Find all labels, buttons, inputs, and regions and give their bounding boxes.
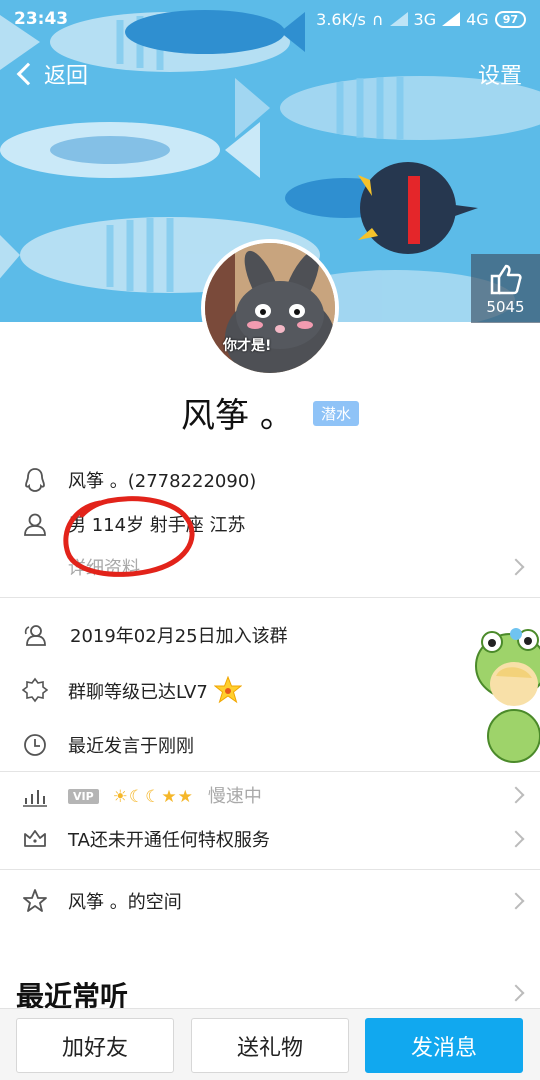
status-bar: 23:43 3.6K/s ∩ 3G 4G 97: [0, 0, 540, 38]
crown-icon: [24, 830, 46, 847]
battery-icon: 97: [494, 10, 526, 28]
join-date-row: 2019年02月25日加入该群: [0, 620, 540, 650]
avatar[interactable]: 你才是!: [201, 239, 339, 377]
gender-age-location: 男 114岁 射手座 江苏: [68, 515, 246, 536]
back-button[interactable]: 返回: [14, 58, 88, 90]
profile-name-row: 风筝 。 潜水: [0, 388, 540, 437]
speed-status: 慢速中: [207, 786, 262, 807]
member-tag[interactable]: 潜水: [312, 401, 359, 426]
top-navigation: 返回 设置: [0, 54, 540, 94]
personal-info-row: 男 114岁 射手座 江苏: [0, 509, 540, 539]
detail-profile-row[interactable]: 详细资料: [0, 552, 540, 582]
net-3g-label: 3G: [413, 9, 437, 29]
divider: [0, 869, 540, 870]
settings-button[interactable]: 设置: [478, 58, 522, 90]
chevron-right-icon: [507, 786, 525, 804]
net-speed: 3.6K/s: [316, 9, 366, 29]
group-level-row: 群聊等级已达LV7: [0, 675, 540, 705]
signal-3g-icon: [442, 12, 461, 26]
vip-level-row[interactable]: VIP ☀☾☾★★ 慢速中: [0, 780, 540, 810]
level-star-icon: [213, 675, 242, 704]
send-gift-button[interactable]: 送礼物: [191, 1018, 349, 1073]
chevron-left-icon: [16, 62, 40, 86]
clock-icon: [24, 734, 46, 756]
headphone-icon: ∩: [371, 9, 384, 29]
qq-name-number: 风筝 。(2778222090): [68, 471, 257, 492]
group-member-icon: [24, 625, 46, 646]
avatar-caption: 你才是!: [223, 338, 272, 354]
avatar-image: [205, 243, 335, 373]
person-icon: [24, 513, 46, 536]
join-date: 2019年02月25日加入该群: [70, 626, 288, 647]
status-time: 23:43: [14, 9, 69, 29]
recent-music-row[interactable]: [0, 978, 540, 1008]
divider: [0, 597, 540, 598]
space-row[interactable]: 风筝 。的空间: [0, 886, 540, 916]
privilege-service-row[interactable]: TA还未开通任何特权服务: [0, 824, 540, 854]
space-link: 风筝 。的空间: [68, 892, 182, 913]
detail-profile-link: 详细资料: [68, 558, 140, 579]
privilege-service-text: TA还未开通任何特权服务: [68, 830, 270, 851]
qq-info-row: 风筝 。(2778222090): [0, 465, 540, 495]
thumbs-up-icon: [490, 264, 522, 295]
like-count: 5045: [486, 298, 525, 316]
bar-chart-icon: [23, 790, 47, 807]
level-badge-icon: [22, 677, 48, 703]
signal-icon: [389, 12, 408, 26]
qq-level-icons: ☀☾☾★★: [112, 787, 194, 807]
last-speak-row: 最近发言于刚刚: [0, 730, 540, 760]
vip-status: VIP ☀☾☾★★ 慢速中: [68, 782, 262, 808]
star-outline-icon: [23, 889, 47, 912]
last-speak-time: 最近发言于刚刚: [68, 736, 194, 757]
chevron-right-icon: [507, 830, 525, 848]
penguin-icon: [25, 468, 45, 492]
chevron-right-icon: [507, 892, 525, 910]
chevron-right-icon: [507, 558, 525, 576]
frog-sticker: [475, 628, 540, 763]
profile-name: 风筝 。: [181, 396, 294, 436]
group-level: 群聊等级已达LV7: [68, 675, 242, 704]
divider: [0, 771, 540, 772]
chevron-right-icon: [507, 984, 525, 1002]
group-level-text: 群聊等级已达LV7: [68, 682, 208, 703]
back-label: 返回: [44, 64, 89, 89]
send-message-button[interactable]: 发消息: [365, 1018, 523, 1073]
net-4g-label: 4G: [466, 9, 489, 29]
add-friend-button[interactable]: 加好友: [16, 1018, 174, 1073]
vip-badge: VIP: [68, 789, 99, 804]
like-button[interactable]: 5045: [471, 254, 540, 323]
bottom-action-bar: 加好友 送礼物 发消息: [0, 1008, 540, 1080]
